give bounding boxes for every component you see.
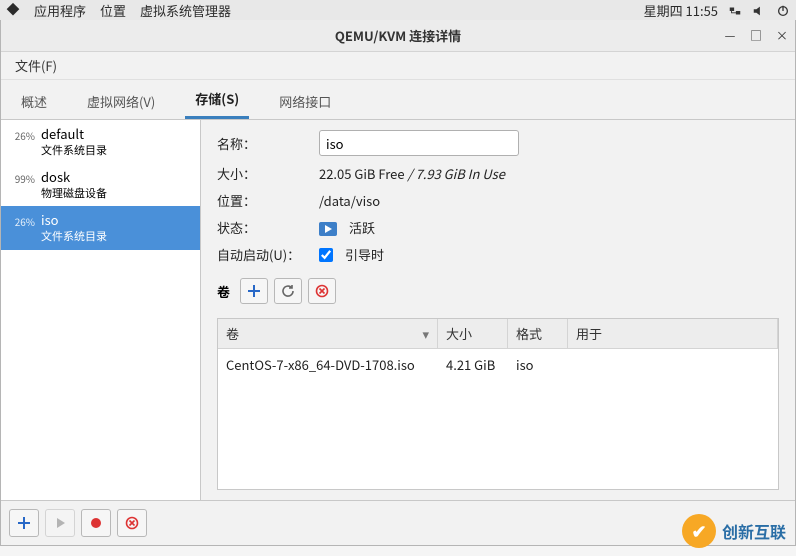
pool-item-dosk[interactable]: 99% dosk 物理磁盘设备 [1,163,200,206]
volumes-label: 卷 [217,282,230,301]
pool-location-value: /data/viso [319,191,380,210]
close-button[interactable]: × [773,27,791,45]
autostart-value: 引导时 [345,245,384,264]
column-header-size[interactable]: 大小 [438,319,508,348]
label-state: 状态： [217,218,307,237]
column-header-name[interactable]: 卷 ▾ [218,319,438,348]
pool-name: dosk [41,169,107,186]
autostart-checkbox[interactable] [319,248,333,262]
panel-places[interactable]: 位置 [100,1,126,20]
watermark: ✔ 创新互联 [682,514,786,548]
refresh-volumes-button[interactable] [274,278,302,304]
pool-usage-percent: 99% [9,171,35,186]
label-location: 位置： [217,191,307,210]
tab-bar: 概述 虚拟网络(V) 存储(S) 网络接口 [1,80,795,120]
table-row[interactable]: CentOS-7-x86_64-DVD-1708.iso 4.21 GiB is… [218,349,778,380]
sort-indicator-icon: ▾ [422,324,429,343]
pool-type: 物理磁盘设备 [41,186,107,200]
pool-name-input[interactable] [319,130,519,156]
start-pool-button[interactable] [45,509,75,537]
pool-name: default [41,126,107,143]
pool-detail-pane: 名称： 大小： 22.05 GiB Free / 7.93 GiB In Use… [201,120,795,500]
delete-volume-button[interactable] [308,278,336,304]
add-volume-button[interactable] [240,278,268,304]
volume-name: CentOS-7-x86_64-DVD-1708.iso [218,349,438,380]
delete-pool-button[interactable] [117,509,147,537]
panel-apps[interactable]: 应用程序 [34,1,86,20]
watermark-logo-icon: ✔ [682,514,716,548]
label-size: 大小： [217,164,307,183]
watermark-text: 创新互联 [722,519,786,543]
pool-item-iso[interactable]: 26% iso 文件系统目录 [1,206,200,249]
maximize-button[interactable]: □ [747,27,765,45]
column-header-format[interactable]: 格式 [508,319,568,348]
panel-vmm[interactable]: 虚拟系统管理器 [140,1,231,20]
pool-type: 文件系统目录 [41,143,107,157]
network-icon[interactable] [728,4,742,18]
volume-icon[interactable] [752,4,766,18]
volume-size: 4.21 GiB [438,349,508,380]
storage-pool-list: 26% default 文件系统目录 99% dosk 物理磁盘设备 26% [1,120,201,500]
activities-icon: ◆ [6,1,20,15]
minimize-button[interactable]: — [721,27,739,45]
connection-details-window: QEMU/KVM 连接详情 — □ × 文件(F) 概述 虚拟网络(V) 存储(… [0,20,796,546]
pool-state-value: 活跃 [349,218,375,237]
stop-pool-button[interactable] [81,509,111,537]
tab-network-interfaces[interactable]: 网络接口 [269,84,341,119]
pool-usage-percent: 26% [9,214,35,229]
pool-usage-percent: 26% [9,128,35,143]
volume-format: iso [508,349,568,380]
pool-item-default[interactable]: 26% default 文件系统目录 [1,120,200,163]
pool-size-value: 22.05 GiB Free / 7.93 GiB In Use [319,164,505,183]
pool-toolbar [1,500,795,545]
play-icon [319,221,337,235]
label-name: 名称： [217,134,307,153]
label-autostart: 自动启动(U)： [217,245,307,264]
column-header-used-by[interactable]: 用于 [568,319,778,348]
pool-type: 文件系统目录 [41,229,107,243]
menu-file[interactable]: 文件(F) [7,52,65,79]
tab-storage[interactable]: 存储(S) [185,81,249,119]
panel-clock: 星期四 11:55 [644,1,718,20]
tab-virtual-networks[interactable]: 虚拟网络(V) [77,84,165,119]
volumes-table: 卷 ▾ 大小 格式 用于 CentOS-7-x86_64-DVD-1708.is… [217,318,779,490]
window-title: QEMU/KVM 连接详情 [335,26,461,45]
add-pool-button[interactable] [9,509,39,537]
power-icon[interactable] [776,4,790,18]
tab-overview[interactable]: 概述 [11,84,57,119]
volume-used-by [568,349,778,380]
pool-name: iso [41,212,107,229]
